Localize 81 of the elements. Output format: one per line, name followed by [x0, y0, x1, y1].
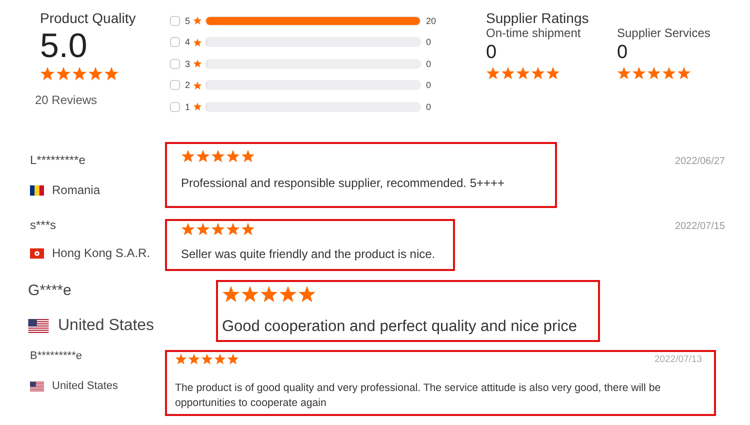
rating-score: 0 [486, 41, 498, 65]
star-icon [241, 222, 255, 236]
star-icon [632, 66, 646, 80]
review-date: 2022/06/27 [674, 156, 725, 167]
star-icon [222, 285, 240, 303]
reviewer-name: L*********e [30, 153, 86, 167]
count: 0 [426, 58, 432, 69]
review-text: Good cooperation and perfect quality and nice price [222, 318, 578, 336]
star-icon [196, 222, 210, 236]
star-icon [279, 285, 297, 303]
star-icon [211, 149, 225, 163]
flag-icon [28, 319, 49, 333]
star-icon [226, 222, 240, 236]
country-name: Hong Kong S.A.R. [52, 246, 150, 260]
checkbox[interactable] [170, 102, 180, 112]
section-title: Product Quality [40, 10, 137, 26]
star-icon [211, 222, 225, 236]
count: 0 [426, 37, 432, 48]
star-icon [181, 149, 195, 163]
star-icon [193, 102, 202, 112]
rating-score: 5.0 [40, 26, 88, 66]
star-icon [193, 38, 202, 47]
checkbox[interactable] [170, 80, 180, 90]
star-icon [201, 353, 213, 365]
count: 0 [426, 102, 432, 112]
flag-icon [30, 248, 44, 258]
star-icon [531, 66, 545, 80]
star-icon [196, 149, 210, 163]
checkbox[interactable] [170, 37, 180, 48]
rating-score: 0 [617, 41, 629, 65]
review-text: Professional and responsible supplier, recommended. 5++++ [181, 176, 506, 190]
count: 20 [426, 16, 436, 26]
star-icon [647, 66, 661, 80]
flag-icon [30, 380, 44, 392]
star-icon [88, 66, 103, 81]
star-label: 2 [185, 80, 190, 90]
review-text: The product is of good quality and very professional. The service attitude is also very good, there will be opportunities to cooperate again [175, 381, 662, 411]
metric-label: Supplier Services [617, 26, 708, 40]
star-icon [104, 66, 119, 81]
star-icon [677, 66, 691, 80]
star-icon [486, 66, 500, 80]
reviewer-name: s***s [30, 218, 58, 232]
review-text: Seller was quite friendly and the product is nice. [181, 247, 436, 261]
star-icon [227, 353, 239, 365]
country-name: United States [52, 380, 118, 392]
star-icon [181, 222, 195, 236]
section-title: Supplier Ratings [486, 10, 590, 26]
star-label: 1 [185, 102, 190, 112]
star-icon [226, 149, 240, 163]
star-label: 3 [185, 58, 190, 69]
star-icon [56, 66, 71, 81]
count: 0 [426, 80, 432, 90]
star-icon [175, 353, 187, 365]
review-count: 20 Reviews [35, 93, 98, 107]
country-name: Romania [52, 183, 100, 197]
star-label: 5 [185, 16, 190, 26]
star-icon [241, 149, 255, 163]
star-icon [214, 353, 226, 365]
star-icon [40, 66, 55, 81]
star-label: 4 [185, 37, 190, 48]
star-icon [501, 66, 515, 80]
checkbox[interactable] [170, 16, 180, 26]
star-icon [193, 16, 202, 26]
country-name: United States [58, 317, 154, 335]
star-icon [617, 66, 631, 80]
star-icon [662, 66, 676, 80]
reviewer-name: G****e [28, 282, 72, 299]
star-icon [193, 80, 202, 90]
reviewer-name: B*********e [30, 350, 83, 362]
review-date: 2022/07/13 [654, 354, 702, 364]
star-icon [188, 353, 200, 365]
star-icon [516, 66, 530, 80]
checkbox[interactable] [170, 58, 180, 69]
star-icon [193, 59, 202, 68]
star-icon [298, 285, 316, 303]
review-date: 2022/07/15 [674, 221, 725, 232]
star-icon [72, 66, 87, 81]
star-icon [260, 285, 278, 303]
star-icon [241, 285, 259, 303]
star-icon [546, 66, 560, 80]
flag-icon [30, 184, 44, 196]
